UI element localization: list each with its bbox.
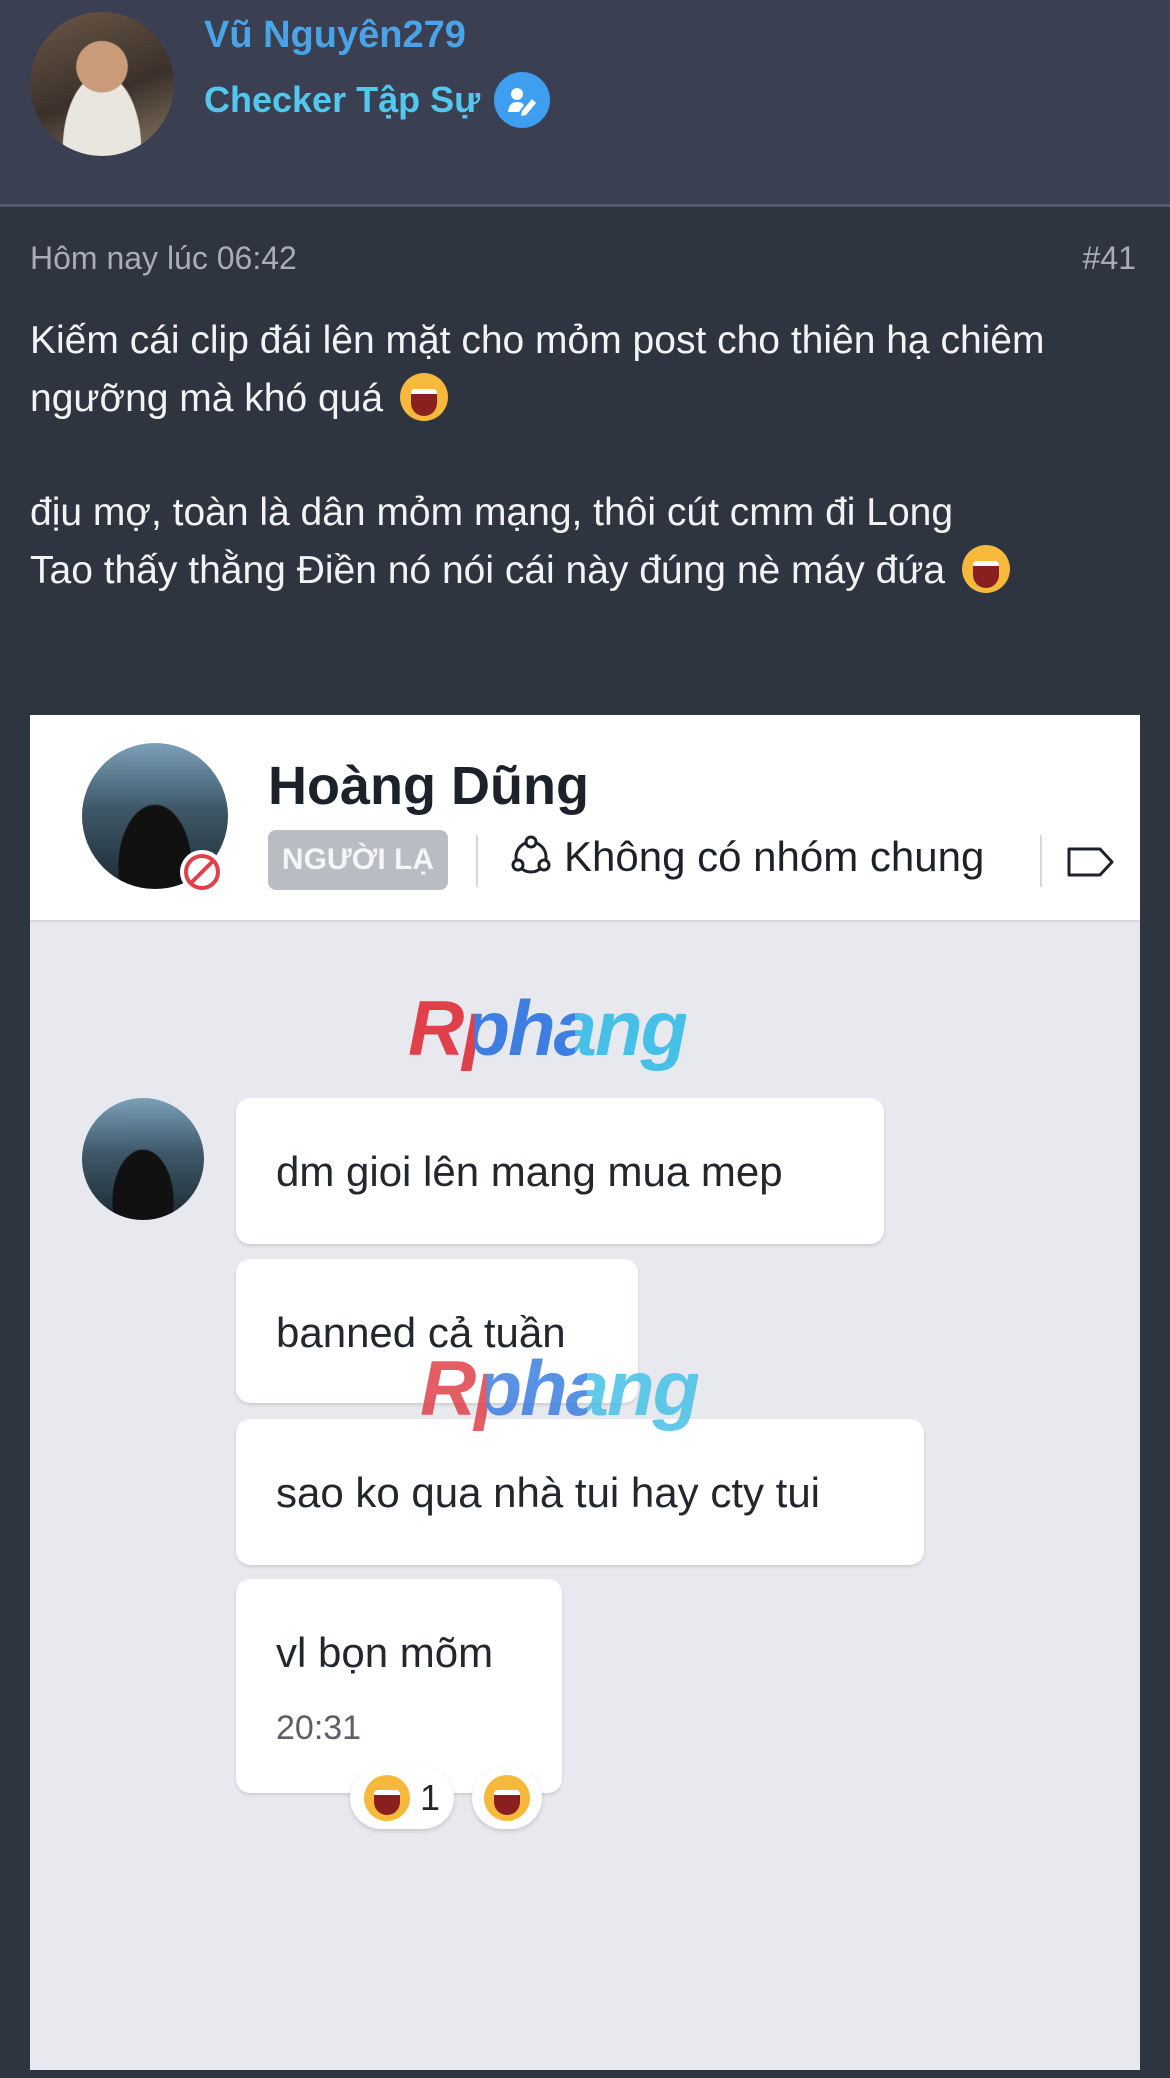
watermark-logo: Rphang (408, 984, 688, 1072)
user-title: Checker Tập Sự (204, 72, 551, 128)
group-icon (511, 835, 551, 874)
laughing-emoji-icon (961, 545, 1010, 593)
message-bubble: vl bọn mõm 20:31 (236, 1579, 562, 1793)
user-avatar[interactable] (30, 12, 174, 156)
post-line-2: địu mợ, toàn là dân mỏm mạng, thôi cút c… (30, 491, 954, 534)
attached-chat-screenshot[interactable]: Hoàng Dũng NGƯỜI LẠ Không có nhóm chung … (30, 715, 1140, 2070)
divider (1040, 835, 1042, 887)
post-line-1: Kiếm cái clip đái lên mặt cho mỏm post c… (30, 319, 1045, 420)
laughing-emoji-icon (363, 1775, 410, 1821)
label-tag-icon (1066, 845, 1116, 884)
chat-header: Hoàng Dũng NGƯỜI LẠ Không có nhóm chung (30, 715, 1140, 922)
watermark-logo: Rphang (420, 1344, 700, 1432)
divider (476, 835, 478, 887)
message-bubble: dm gioi lên mang mua mep (236, 1098, 884, 1244)
message-text: dm gioi lên mang mua mep (276, 1148, 783, 1195)
reaction-count-pill: 1 (350, 1767, 454, 1829)
laughing-emoji-icon (484, 1775, 530, 1821)
post-line-3: Tao thấy thằng Điền nó nói cái này đúng … (30, 549, 946, 592)
post-timestamp[interactable]: Hôm nay lúc 06:42 (30, 240, 297, 277)
user-header: Vũ Nguyên279 Checker Tập Sự (0, 0, 1170, 207)
reaction-count: 1 (419, 1777, 441, 1818)
common-group-info: Không có nhóm chung (508, 833, 984, 881)
laughing-emoji-icon (399, 373, 448, 421)
user-title-label: Checker Tập Sự (204, 79, 481, 120)
blocked-icon (180, 850, 224, 894)
message-text: sao ko qua nhà tui hay cty tui (276, 1469, 821, 1516)
stranger-tag: NGƯỜI LẠ (268, 830, 448, 890)
post-body: Kiếm cái clip đái lên mặt cho mỏm post c… (30, 312, 1140, 600)
message-time: 20:31 (276, 1709, 362, 1747)
common-group-label: Không có nhóm chung (564, 833, 985, 880)
sender-avatar (82, 1098, 204, 1220)
message-bubble: sao ko qua nhà tui hay cty tui (236, 1419, 924, 1565)
message-text: vl bọn mõm (276, 1629, 494, 1676)
pen-badge-icon (494, 72, 551, 128)
add-reaction-button (472, 1767, 542, 1829)
username-link[interactable]: Vũ Nguyên279 (204, 14, 466, 57)
post-number-link[interactable]: #41 (1083, 240, 1136, 277)
contact-name: Hoàng Dũng (268, 756, 589, 816)
